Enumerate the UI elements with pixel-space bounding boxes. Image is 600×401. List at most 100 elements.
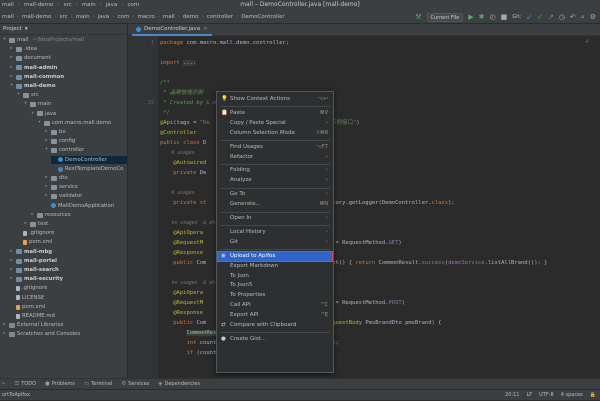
run-icon[interactable]: ▶ xyxy=(468,12,473,22)
tab-democontroller[interactable]: DemoController.java × xyxy=(132,24,212,36)
tree-item[interactable]: RestTemplateDemoCo xyxy=(51,165,123,174)
search-icon[interactable]: ⌕ xyxy=(581,12,585,22)
menu-item-create-gist[interactable]: ● Create Gist... xyxy=(218,335,332,344)
tool-services[interactable]: ⚙ Services xyxy=(121,381,149,387)
chevron-right-icon[interactable]: ▸ xyxy=(9,73,14,82)
tool-problems[interactable]: ● Problems xyxy=(45,381,75,387)
title-nav-item[interactable]: mall-demo xyxy=(24,0,53,10)
breadcrumb-item[interactable]: macro xyxy=(137,10,154,24)
tree-item[interactable]: MallDemoApplication xyxy=(44,202,114,211)
menu-item-column-selection-mode[interactable]: Column Selection Mode ⇧⌘8 xyxy=(218,129,332,138)
caret-position[interactable]: 20:11 xyxy=(505,390,519,401)
tree-item[interactable]: README.md xyxy=(9,312,55,321)
git-commit-icon[interactable]: ✓ xyxy=(537,12,543,22)
tree-item[interactable]: ▸ resources xyxy=(30,211,70,220)
chevron-right-icon[interactable]: ▸ xyxy=(9,275,14,284)
tree-item[interactable]: ▸ bo xyxy=(44,128,65,137)
title-nav-item[interactable]: main xyxy=(82,0,96,10)
tree-item[interactable]: pom.xml xyxy=(9,303,45,312)
run-config-select[interactable]: Current File xyxy=(426,12,464,22)
tree-item[interactable]: ▾ mall-demo xyxy=(9,82,55,91)
breadcrumb-item[interactable]: mall xyxy=(2,10,14,24)
line-separator[interactable]: LF xyxy=(526,390,532,401)
menu-item-export-api[interactable]: Export API ^E xyxy=(218,311,332,320)
rollback-icon[interactable]: ↶ xyxy=(570,12,576,22)
tree-item[interactable]: .gitignore xyxy=(9,284,47,293)
tree-item[interactable]: DemoController xyxy=(51,155,127,165)
breadcrumb-item[interactable]: com xyxy=(118,10,130,24)
indent-setting[interactable]: 4 spaces xyxy=(561,390,583,401)
chevron-right-icon[interactable]: ▸ xyxy=(9,257,14,266)
breadcrumb-item[interactable]: src xyxy=(60,10,68,24)
tree-item[interactable]: ▾ mall ~/IdeaProjects/mall xyxy=(2,36,84,45)
chevron-right-icon[interactable]: ▸ xyxy=(9,248,14,257)
tree-item[interactable]: ▸ document xyxy=(9,54,50,63)
breadcrumb-item[interactable]: demo xyxy=(183,10,199,24)
tree-item[interactable]: ▸ test xyxy=(23,220,48,229)
menu-item-export-markdown[interactable]: Export Markdown xyxy=(218,262,332,271)
menu-item-open-in[interactable]: Open In › xyxy=(218,214,332,223)
tree-item[interactable]: ▾ controller xyxy=(44,146,84,155)
inspection-ok-icon[interactable]: ✓ xyxy=(585,38,590,45)
menu-item-find-usages[interactable]: Find Usages ⌥F7 xyxy=(218,143,332,152)
chevron-right-icon[interactable]: ▸ xyxy=(2,330,7,339)
breadcrumb-item[interactable]: mall xyxy=(163,10,175,24)
title-nav-item[interactable]: com xyxy=(128,0,140,10)
menu-item-local-history[interactable]: Local History › xyxy=(218,228,332,237)
menu-item-call-api[interactable]: Call API ^C xyxy=(218,301,332,310)
chevron-down-icon[interactable]: ▾ xyxy=(30,110,35,119)
menu-item-copy-paste-special[interactable]: Copy / Paste Special › xyxy=(218,119,332,128)
project-panel-header[interactable]: Project ▾ xyxy=(0,24,127,35)
breadcrumb-item[interactable]: mall-demo xyxy=(22,10,51,24)
lock-icon[interactable]: 🔒 xyxy=(590,390,596,401)
stop-icon[interactable]: ■ xyxy=(501,12,508,22)
menu-item-refactor[interactable]: Refactor › xyxy=(218,153,332,162)
menu-item-paste[interactable]: 📋 Paste ⌘V xyxy=(218,109,332,118)
chevron-down-icon[interactable]: ▾ xyxy=(37,119,42,128)
menu-item-compare-with-clipboard[interactable]: ⇄ Compare with Clipboard xyxy=(218,321,332,330)
tree-item[interactable]: ▸ .idea xyxy=(9,45,37,54)
tree-item[interactable]: ▸ mall-common xyxy=(9,73,64,82)
tree-item[interactable]: ▾ main xyxy=(23,100,51,109)
menu-item-git[interactable]: Git › xyxy=(218,238,332,247)
tree-item[interactable]: ▸ mall-search xyxy=(9,266,58,275)
tree-item[interactable]: ▸ validator xyxy=(44,192,82,201)
tree-item[interactable]: ▸ mall-portal xyxy=(9,257,57,266)
tree-item[interactable]: ▸ mall-security xyxy=(9,275,63,284)
tool-terminal[interactable]: ▭ Terminal xyxy=(84,381,112,387)
menu-item-folding[interactable]: Folding › xyxy=(218,166,332,175)
chevron-down-icon[interactable]: ▾ xyxy=(16,91,21,100)
chevron-right-icon[interactable]: ▸ xyxy=(44,192,49,201)
file-encoding[interactable]: UTF-8 xyxy=(539,390,554,401)
tree-item[interactable]: ▸ External Libraries xyxy=(2,321,63,330)
menu-item-show-context-actions[interactable]: 💡 Show Context Actions ⌥↩ xyxy=(218,95,332,104)
breadcrumb-item[interactable]: controller xyxy=(207,10,233,24)
chevron-right-icon[interactable]: ▸ xyxy=(9,54,14,63)
tree-item[interactable]: .gitignore xyxy=(16,229,54,238)
tool-git[interactable]: ⑂ xyxy=(2,381,5,387)
history-icon[interactable]: ◷ xyxy=(559,12,565,22)
tool-todo[interactable]: ☰ TODO xyxy=(14,381,36,387)
tree-item[interactable]: ▸ config xyxy=(44,137,75,146)
title-nav-item[interactable]: java xyxy=(106,0,118,10)
chevron-right-icon[interactable]: ▸ xyxy=(9,64,14,73)
chevron-right-icon[interactable]: ▸ xyxy=(9,266,14,275)
git-update-icon[interactable]: ↙ xyxy=(526,12,532,22)
close-icon[interactable]: × xyxy=(203,23,208,35)
settings-gear-icon[interactable]: ⚙ xyxy=(590,12,596,22)
breadcrumb-item[interactable]: DemoController xyxy=(241,10,284,24)
menu-item-to-json[interactable]: To Json xyxy=(218,272,332,281)
chevron-right-icon[interactable]: ▸ xyxy=(2,321,7,330)
menu-item-to-properties[interactable]: To Properties xyxy=(218,291,332,300)
profile-icon[interactable]: ◴ xyxy=(490,12,496,22)
breadcrumb-item[interactable]: main xyxy=(76,10,90,24)
tree-item[interactable]: LICENSE xyxy=(9,294,44,303)
chevron-right-icon[interactable]: ▸ xyxy=(23,220,28,229)
menu-item-go-to[interactable]: Go To › xyxy=(218,190,332,199)
tree-item[interactable]: ▾ java xyxy=(30,110,56,119)
chevron-down-icon[interactable]: ▾ xyxy=(44,146,49,155)
chevron-right-icon[interactable]: ▸ xyxy=(44,174,49,183)
tree-item[interactable]: ▸ dto xyxy=(44,174,67,183)
tree-item[interactable]: ▸ mall-mbg xyxy=(9,248,52,257)
git-push-icon[interactable]: ↗ xyxy=(548,12,554,22)
